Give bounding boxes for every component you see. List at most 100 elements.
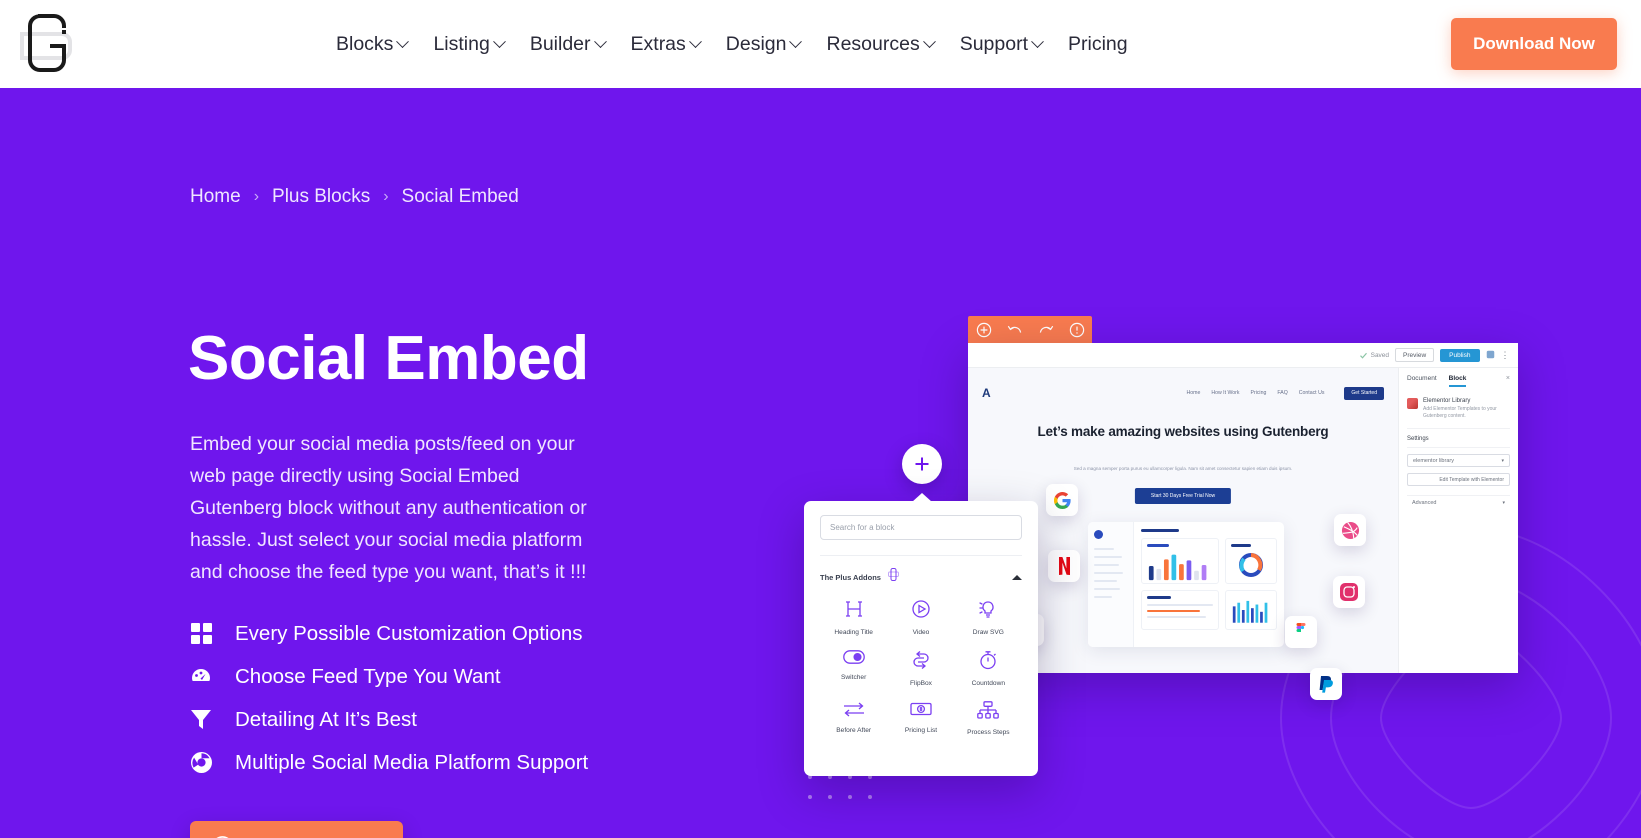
preview-trial-button[interactable]: Start 30 Days Free Trial Now <box>1134 488 1232 504</box>
block-label: Video <box>912 629 930 636</box>
mini-bar-chart <box>1232 600 1268 623</box>
flipbox-icon <box>911 650 931 675</box>
nav-label: Pricing <box>1068 32 1128 55</box>
redo-icon[interactable] <box>1038 323 1054 342</box>
netflix-icon <box>1048 550 1080 582</box>
chevron-down-icon <box>789 34 803 48</box>
block-item-flipbox[interactable]: FlipBox <box>887 650 954 687</box>
video-icon <box>911 599 931 624</box>
chevron-down-icon <box>396 34 410 48</box>
tab-block[interactable]: Block <box>1448 375 1467 387</box>
preview-nav-link[interactable]: Contact Us <box>1299 390 1325 396</box>
chevron-down-icon <box>593 34 607 48</box>
preview-nav-link[interactable]: How It Work <box>1211 390 1239 396</box>
add-block-fab[interactable] <box>902 444 942 484</box>
preview-button[interactable]: Preview <box>1395 348 1435 362</box>
block-search-input[interactable]: Search for a block <box>820 515 1022 540</box>
placeholder-line <box>1094 596 1113 598</box>
caret-up-icon[interactable] <box>1012 574 1022 580</box>
header-download-button[interactable]: Download Now <box>1451 18 1617 70</box>
block-item-process-steps[interactable]: Process Steps <box>955 701 1022 736</box>
gear-icon[interactable] <box>1486 346 1495 364</box>
block-label: Heading Title <box>834 629 873 636</box>
nav-label: Support <box>959 32 1029 55</box>
preview-site-logo: A <box>982 386 991 400</box>
nav-item-extras[interactable]: Extras <box>631 33 702 56</box>
block-inserter-popup: Search for a block The Plus Addons Headi… <box>804 493 1038 776</box>
plus-icon <box>915 457 929 471</box>
nav-item-blocks[interactable]: Blocks <box>336 33 410 56</box>
site-logo[interactable] <box>18 10 80 78</box>
panel-block-description: Add Elementor Templates to your Gutenber… <box>1423 406 1497 419</box>
preview-nav-link[interactable]: Home <box>1187 390 1201 396</box>
tab-document[interactable]: Document <box>1407 375 1437 387</box>
instagram-icon <box>1333 576 1365 608</box>
block-label: Countdown <box>971 680 1005 687</box>
dashboard-title-bar <box>1141 529 1179 532</box>
nav-label: Resources <box>826 32 920 55</box>
template-select[interactable]: elementor library ▾ <box>1407 454 1510 467</box>
block-label: Process Steps <box>967 729 1010 736</box>
preview-nav-link[interactable]: FAQ <box>1277 390 1287 396</box>
block-item-before-after[interactable]: Before After <box>820 701 887 736</box>
dashboard-bar-chart-card <box>1141 538 1219 584</box>
countdown-icon <box>978 650 998 675</box>
undo-icon[interactable] <box>1007 323 1023 342</box>
nav-label: Builder <box>529 32 591 55</box>
inserter-group-label: The Plus Addons <box>820 572 881 582</box>
editor-settings-panel: Document Block × Elementor Library Add E… <box>1398 368 1518 673</box>
site-header: Blocks Listing Builder Extras Design Res… <box>0 0 1641 88</box>
placeholder-line <box>1094 556 1123 558</box>
block-item-switcher[interactable]: Switcher <box>820 650 887 687</box>
chevron-down-icon <box>688 34 702 48</box>
preview-nav-links: Home How It Work Pricing FAQ Contact Us <box>1187 390 1325 396</box>
block-item-video[interactable]: Video <box>887 599 954 636</box>
publish-button[interactable]: Publish <box>1440 348 1480 362</box>
main-navigation: Blocks Listing Builder Extras Design Res… <box>336 0 1128 88</box>
template-select-value: elementor library <box>1413 457 1454 464</box>
nav-item-resources[interactable]: Resources <box>826 32 936 56</box>
dashboard-avatar <box>1094 530 1103 539</box>
dashboard-main <box>1134 522 1284 647</box>
block-label: Switcher <box>841 674 867 681</box>
placeholder-line <box>1094 548 1114 550</box>
kebab-menu-icon[interactable]: ⋮ <box>1501 351 1511 360</box>
info-circle-icon[interactable] <box>1069 322 1085 343</box>
nav-label: Design <box>725 32 787 55</box>
nav-item-design[interactable]: Design <box>725 32 803 56</box>
panel-block-info: Elementor Library Add Elementor Template… <box>1407 391 1510 429</box>
block-item-heading-title[interactable]: Heading Title <box>820 599 887 636</box>
nav-label: Listing <box>433 32 490 55</box>
pricing-list-icon <box>910 701 932 722</box>
block-label: Draw SVG <box>972 629 1004 636</box>
switcher-icon <box>842 650 865 669</box>
placeholder-line <box>1094 588 1121 590</box>
close-icon[interactable]: × <box>1506 375 1510 387</box>
google-icon <box>1046 484 1078 516</box>
preview-nav-link[interactable]: Pricing <box>1251 390 1267 396</box>
draw-svg-icon <box>978 599 998 624</box>
saved-status: Saved <box>1359 351 1389 360</box>
dashboard-illustration <box>1088 522 1284 647</box>
preview-cta-button[interactable]: Get Started <box>1344 386 1384 400</box>
plus-circle-icon[interactable] <box>976 322 992 343</box>
block-item-countdown[interactable]: Countdown <box>955 650 1022 687</box>
dribbble-icon <box>1334 514 1366 546</box>
paypal-icon <box>1310 668 1342 700</box>
preview-subtext: Sed a magna semper porta purus eu ullamc… <box>1073 466 1293 471</box>
block-item-pricing-list[interactable]: Pricing List <box>887 701 954 736</box>
plus-addons-icon <box>887 568 899 586</box>
edit-template-label: Edit Template with Elementor <box>1439 476 1504 483</box>
panel-block-title: Elementor Library <box>1423 398 1471 404</box>
inserter-group-header[interactable]: The Plus Addons <box>820 555 1022 586</box>
nav-item-listing[interactable]: Listing <box>433 32 506 56</box>
editor-mockup: Saved Preview Publish ⋮ A Home How It Wo… <box>0 176 1641 838</box>
block-label: Pricing List <box>904 727 938 734</box>
advanced-section[interactable]: Advanced ▾ <box>1407 495 1510 510</box>
edit-template-button[interactable]: Edit Template with Elementor <box>1407 473 1510 486</box>
block-item-draw-svg[interactable]: Draw SVG <box>955 599 1022 636</box>
nav-item-support[interactable]: Support <box>959 32 1044 56</box>
nav-item-pricing[interactable]: Pricing <box>1068 33 1128 56</box>
nav-item-builder[interactable]: Builder <box>529 32 607 56</box>
chevron-down-icon: ▾ <box>1502 500 1505 506</box>
